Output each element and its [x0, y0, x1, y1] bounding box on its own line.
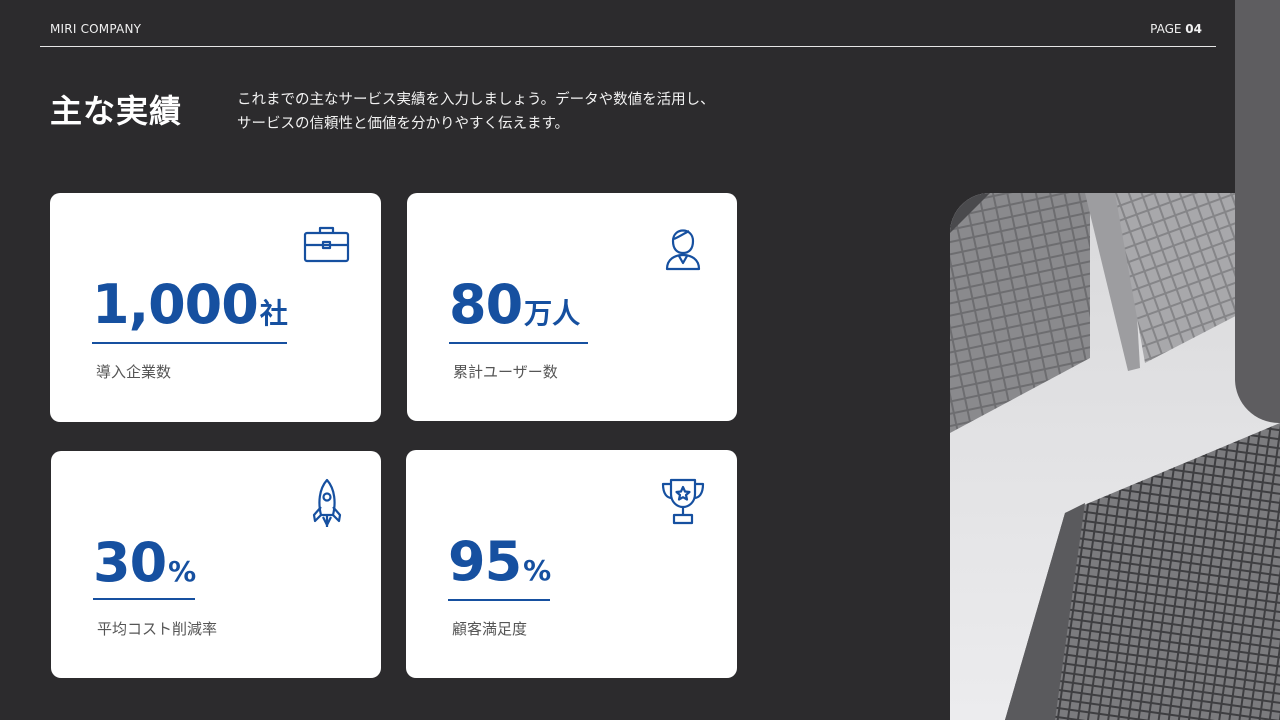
page-prefix: PAGE	[1150, 22, 1182, 36]
description-line-2: サービスの信頼性と価値を分かりやすく伝えます。	[237, 116, 570, 132]
stat-unit: %	[523, 554, 552, 587]
stat-card-users: 80万人 累計ユーザー数	[407, 193, 737, 421]
skyscrapers-photo	[950, 193, 1280, 720]
page-indicator: PAGE 04	[1150, 22, 1202, 36]
stat-label: 平均コスト削減率	[97, 620, 218, 638]
side-tab-decoration	[1235, 0, 1280, 423]
stat-underline	[92, 342, 287, 344]
stat-unit: 社	[259, 297, 288, 330]
stat-value: 95%	[448, 530, 551, 593]
trophy-icon	[661, 478, 705, 525]
stat-unit: %	[168, 555, 197, 588]
page-title: 主な実績	[50, 92, 183, 130]
rocket-icon	[312, 478, 342, 527]
stat-label: 導入企業数	[96, 363, 172, 381]
stat-underline	[448, 599, 550, 601]
stat-value: 30%	[93, 531, 196, 594]
description-line-1: これまでの主なサービス実績を入力しましょう。データや数値を活用し、	[237, 92, 715, 108]
stat-card-satisfaction: 95% 顧客満足度	[406, 450, 737, 678]
page-description: これまでの主なサービス実績を入力しましょう。データや数値を活用し、 サービスの信…	[237, 88, 797, 136]
stat-label: 顧客満足度	[452, 620, 528, 638]
stat-value: 80万人	[449, 273, 580, 336]
stat-number: 80	[449, 273, 523, 336]
person-icon	[665, 229, 701, 271]
stat-card-cost-reduction: 30% 平均コスト削減率	[51, 451, 381, 678]
stat-underline	[449, 342, 588, 344]
stat-number: 95	[448, 530, 522, 593]
stat-number: 1,000	[92, 273, 259, 336]
stat-card-companies: 1,000社 導入企業数	[50, 193, 381, 422]
stat-underline	[93, 598, 195, 600]
skyscrapers-image	[950, 193, 1280, 720]
stat-number: 30	[93, 531, 167, 594]
briefcase-icon	[303, 226, 350, 263]
company-name: MIRI COMPANY	[50, 22, 142, 36]
stat-unit: 万人	[524, 297, 581, 330]
page-number: 04	[1185, 22, 1202, 36]
stat-value: 1,000社	[92, 273, 288, 336]
header: MIRI COMPANY PAGE 04	[40, 0, 1216, 47]
stat-label: 累計ユーザー数	[453, 363, 558, 381]
